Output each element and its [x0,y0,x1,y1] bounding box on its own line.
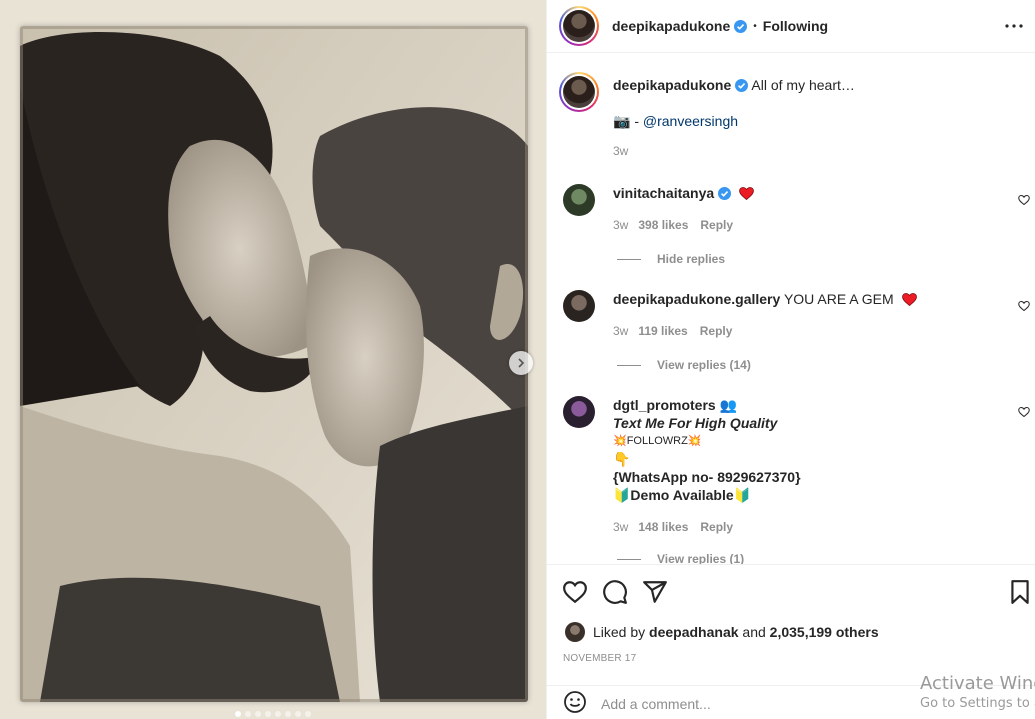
commenter-username[interactable]: deepikapadukone.gallery [613,291,780,307]
caption-text: All of my heart… [751,77,855,93]
comment-text: YOU ARE A GEM [783,291,894,307]
chevron-right-icon [518,358,525,368]
save-bookmark-icon[interactable] [1007,579,1033,605]
hide-replies-button[interactable]: Hide replies [617,252,725,266]
comment-input[interactable] [601,696,901,712]
post-date[interactable]: NOVEMBER 17 [563,653,636,664]
comment-likes[interactable]: 398 likes [638,218,688,232]
comment-age: 3w [613,520,629,534]
red-heart-emoji-icon [901,293,917,306]
comment-item: deepikapadukone.gallery YOU ARE A GEM 3w… [547,290,1035,390]
post-header: deepikapadukone • Following [547,0,1035,53]
separator-dot: • [753,20,757,32]
comment-item: vinitachaitanya 3w 398 likes Reply Hide re… [547,184,1035,284]
carousel-dot [265,711,271,717]
emoji-picker-icon[interactable] [563,690,587,714]
commenter-avatar[interactable] [563,290,595,322]
verified-badge-icon [734,19,748,33]
commenter-username[interactable]: dgtl_promoters [613,397,716,413]
view-replies-button[interactable]: View replies (14) [617,358,751,372]
share-send-icon[interactable] [642,579,668,605]
reply-button[interactable]: Reply [700,520,733,534]
credit-mention-link[interactable]: @ranveersingh [643,113,738,129]
author-username[interactable]: deepikapadukone [612,18,730,34]
post-side-panel: deepikapadukone • Following deepikapaduk… [546,0,1035,719]
like-comment-heart-icon[interactable] [1018,406,1030,418]
liked-by-prefix: Liked by [593,624,646,640]
people-emoji-icon: 👥 [719,397,738,413]
like-comment-heart-icon[interactable] [1018,194,1030,206]
comments-list: deepikapadukone All of my heart… 📷 - @ra… [547,54,1035,564]
verified-badge-icon [735,79,749,92]
liked-by-mid: and [738,624,770,640]
likes-summary: Liked by deepadhanak and 2,035,199 other… [565,622,879,642]
comment-line: 👇 [613,451,631,467]
reply-button[interactable]: Reply [700,218,733,232]
carousel-dot [285,711,291,717]
carousel-dot [295,711,301,717]
media-panel [0,0,546,719]
caption-block: deepikapadukone All of my heart… 📷 - @ra… [547,72,1035,172]
likes-count-link[interactable]: 2,035,199 others [770,624,879,640]
photo-image [20,26,528,702]
liker-avatar[interactable] [565,622,585,642]
comment-bubble-icon[interactable] [602,579,628,605]
comment-line: 💥FOLLOWRZ💥 [613,435,702,447]
caption-age: 3w [613,144,629,158]
comment-likes[interactable]: 119 likes [638,324,687,338]
caption-author-username[interactable]: deepikapadukone [613,77,731,93]
carousel-dots [0,711,546,717]
carousel-dot [245,711,251,717]
instagram-post-modal: deepikapadukone • Following deepikapaduk… [0,0,1035,719]
liked-by-user[interactable]: deepadhanak [649,624,738,640]
red-heart-emoji-icon [739,187,754,200]
carousel-dot [275,711,281,717]
author-avatar[interactable] [559,6,599,46]
watermark-line2: Go to Settings to activate Windows. [920,696,1035,711]
camera-credit-prefix: 📷 - [613,113,643,129]
comment-line: 🔰Demo Available🔰 [613,487,752,503]
comment-age: 3w [613,324,629,338]
carousel-dot [255,711,261,717]
next-slide-button[interactable] [509,351,533,375]
like-heart-icon[interactable] [562,579,588,605]
comment-likes[interactable]: 148 likes [638,520,688,534]
view-replies-button[interactable]: View replies (1) [617,552,744,564]
carousel-dot [305,711,311,717]
post-photo[interactable] [20,26,528,702]
carousel-dot [235,711,241,717]
reply-button[interactable]: Reply [700,324,733,338]
following-button[interactable]: Following [763,18,828,34]
activate-windows-watermark: Activate Windows Go to Settings to activ… [920,673,1035,711]
commenter-avatar[interactable] [563,184,595,216]
more-options-icon [1005,24,1023,28]
caption-author-avatar[interactable] [559,72,599,112]
comment-line: {WhatsApp no- 8929627370} [613,469,801,485]
verified-badge-icon [718,187,732,200]
like-comment-heart-icon[interactable] [1018,300,1030,312]
comment-age: 3w [613,218,629,232]
more-options-button[interactable] [1002,14,1026,38]
commenter-avatar[interactable] [563,396,595,428]
commenter-username[interactable]: vinitachaitanya [613,185,714,201]
watermark-line1: Activate Windows [920,673,1035,694]
comment-line: Text Me For High Quality [613,415,778,431]
comment-item: dgtl_promoters 👥 Text Me For High Qualit… [547,396,1035,564]
